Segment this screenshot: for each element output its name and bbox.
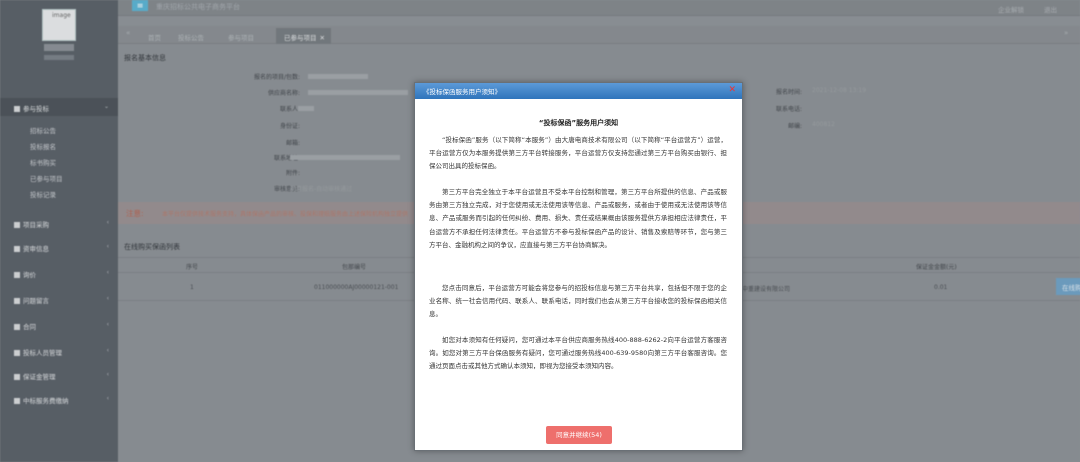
dialog-header-title: 《投标保函服务用户须知》 xyxy=(423,88,501,96)
notice-paragraph-2: 第三方平台完全独立于本平台运营且不受本平台控制和管理，第三方平台所提供的信息、产… xyxy=(429,188,727,249)
notice-paragraph-3: 您点击同意后，平台运营方可能会将您参与的招投标信息与第三方平台共享，包括但不限于… xyxy=(429,284,727,319)
dialog-header: 《投标保函服务用户须知》 ✕ xyxy=(415,83,742,99)
notice-paragraph-4: 如您对本须知有任何疑问，您可通过本平台供应商服务热线400-888-6262-2… xyxy=(429,336,727,371)
agree-continue-button[interactable]: 同意并继续(54) xyxy=(546,426,612,444)
close-icon[interactable]: ✕ xyxy=(728,85,736,95)
notice-paragraph-1: “投标保函”服务（以下简称“本服务”）由大唐电商技术有限公司（以下简称“平台运营… xyxy=(429,136,727,171)
dialog-title: “投标保函”服务用户须知 xyxy=(538,119,619,127)
guarantee-notice-dialog: 《投标保函服务用户须知》 ✕ “投标保函”服务用户须知 “投标保函”服务（以下简… xyxy=(414,82,743,451)
